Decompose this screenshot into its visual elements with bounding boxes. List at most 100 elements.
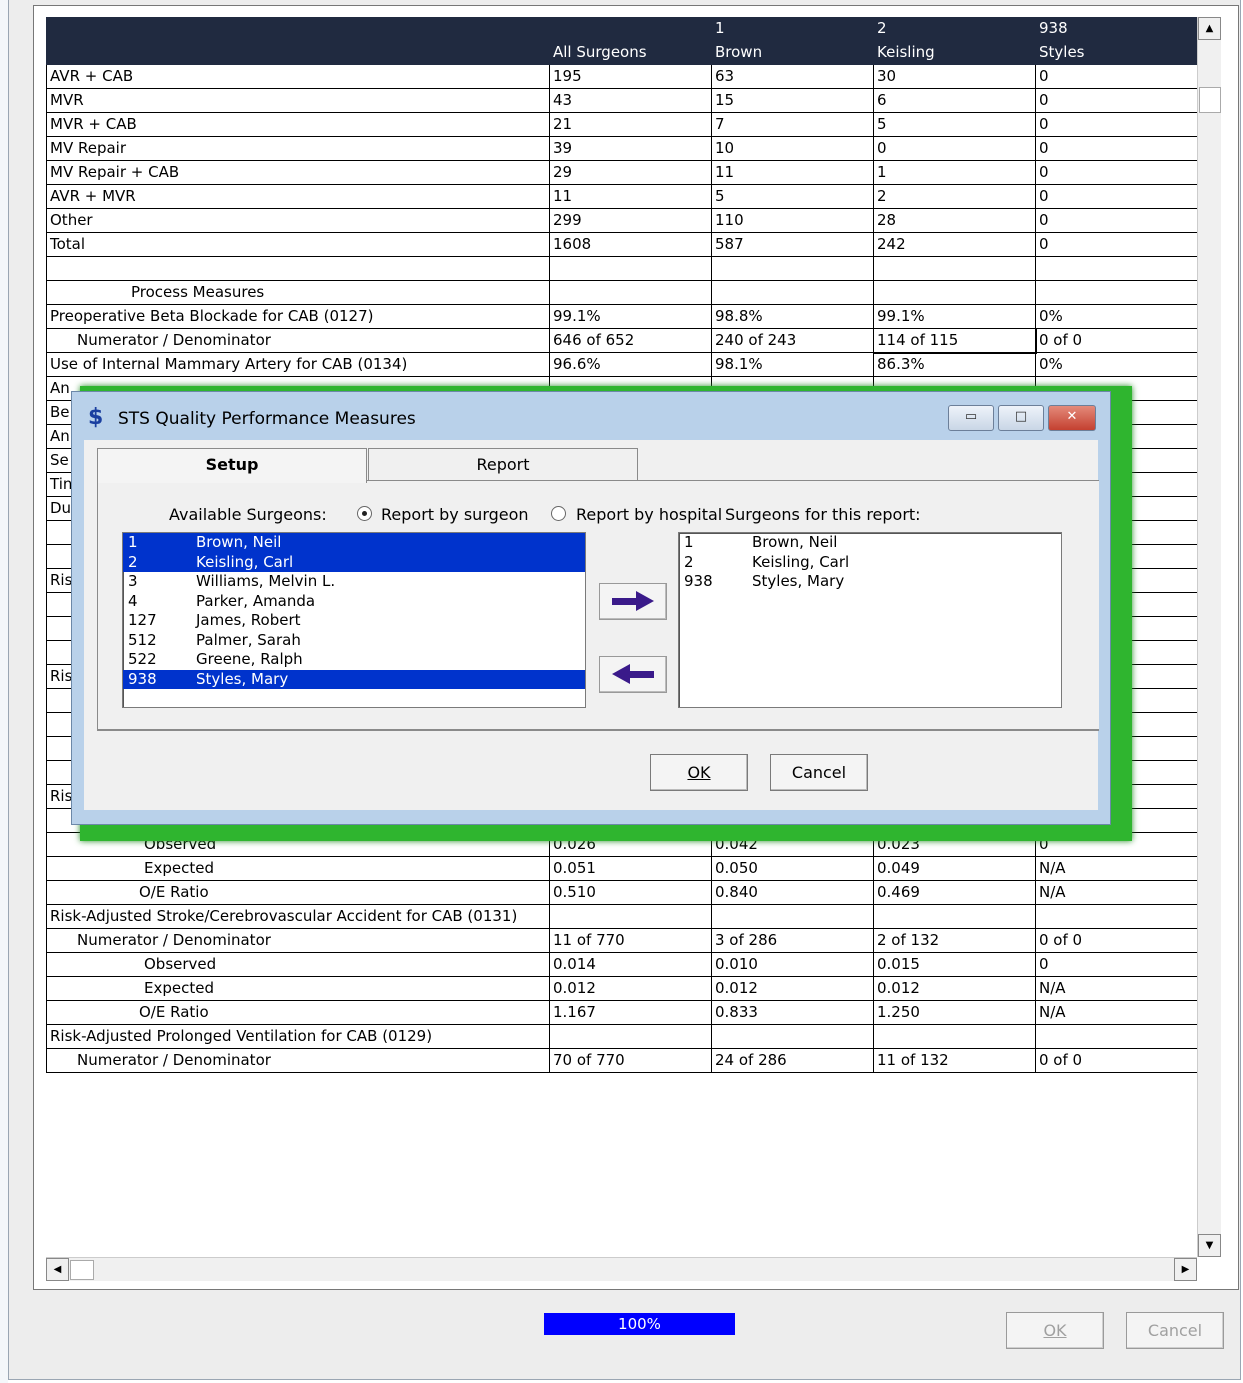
table-cell: 0.051 [549, 856, 712, 881]
table-cell: 11 of 132 [873, 1048, 1036, 1073]
row-label: MV Repair [46, 136, 550, 161]
surgeon-name: Brown, Neil [196, 533, 282, 551]
list-item[interactable]: 938 Styles, Mary [123, 669, 585, 689]
surgeon-name: Brown, Neil [752, 533, 838, 551]
table-cell: 0 [1035, 136, 1197, 161]
table-cell: 7 [711, 112, 874, 137]
table-cell: 96.6% [549, 352, 712, 377]
list-item[interactable]: 3 Williams, Melvin L. [123, 572, 585, 592]
row-label: AVR + CAB [46, 64, 550, 89]
table-cell [711, 280, 874, 305]
surgeon-id: 2 [128, 552, 138, 571]
footer-ok-button[interactable]: OK [1006, 1312, 1104, 1349]
table-cell: 28 [873, 208, 1036, 233]
table-row: Expected 0.012 0.012 0.012 N/A [46, 976, 1197, 1001]
surgeon-name: Styles, Mary [196, 669, 289, 688]
surgeon-id: 127 [128, 611, 157, 629]
column-header: 1 [711, 17, 874, 41]
row-label: Process Measures [46, 280, 550, 305]
column-header: Brown [711, 40, 874, 65]
scroll-right-icon[interactable]: ▶ [1174, 1258, 1197, 1281]
available-surgeons-list[interactable]: 1 Brown, Neil 2 Keisling, Carl 3 Williams, Me… [122, 532, 586, 708]
table-row: O/E Ratio 0.510 0.840 0.469 N/A [46, 880, 1197, 905]
list-item[interactable]: 1 Brown, Neil [679, 533, 1061, 553]
surgeon-name: Styles, Mary [752, 572, 845, 590]
table-cell [1035, 1024, 1197, 1049]
table-cell: 0 [1035, 952, 1197, 977]
vertical-scrollbar[interactable]: ▲ ▼ [1197, 17, 1221, 1257]
dialog-title: STS Quality Performance Measures [118, 409, 416, 429]
radio-report-by-hospital[interactable] [551, 506, 566, 521]
table-cell: 242 [873, 232, 1036, 257]
list-item[interactable]: 2 Keisling, Carl [679, 553, 1061, 573]
row-label [46, 256, 550, 281]
list-item[interactable]: 1 Brown, Neil [123, 533, 585, 553]
column-header [46, 40, 550, 65]
dialog-ok-button[interactable]: OK [650, 754, 748, 791]
table-cell: 10 [711, 136, 874, 161]
row-label: Risk-Adjusted Prolonged Ventilation for … [46, 1024, 550, 1049]
table-cell: 15 [711, 88, 874, 113]
table-cell: 0 [1035, 184, 1197, 209]
close-icon[interactable]: ✕ [1048, 405, 1096, 431]
table-row: Risk-Adjusted Prolonged Ventilation for … [46, 1024, 1197, 1049]
table-cell: 1 [873, 160, 1036, 185]
footer-cancel-button[interactable]: Cancel [1126, 1312, 1224, 1349]
tab-setup[interactable]: Setup [97, 448, 367, 483]
table-cell: 99.1% [873, 304, 1036, 329]
remove-surgeon-button[interactable] [599, 656, 667, 693]
list-item[interactable]: 4 Parker, Amanda [123, 592, 585, 612]
table-cell: 0.833 [711, 1000, 874, 1025]
table-cell [873, 1024, 1036, 1049]
radio-report-by-hospital-label[interactable]: Report by hospital [576, 505, 722, 524]
table-cell: 0 [1035, 88, 1197, 113]
horizontal-scroll-thumb[interactable] [70, 1260, 94, 1280]
table-row: Total 1608 587 242 0 [46, 232, 1197, 257]
table-cell [1035, 256, 1197, 281]
column-header: Keisling [873, 40, 1036, 65]
surgeon-id: 2 [684, 552, 694, 571]
table-row: Numerator / Denominator 11 of 770 3 of 286… [46, 928, 1197, 953]
report-surgeons-list[interactable]: 1 Brown, Neil 2 Keisling, Carl 938 Styles, Ma… [678, 532, 1062, 708]
table-row: MV Repair 39 10 0 0 [46, 136, 1197, 161]
scroll-up-icon[interactable]: ▲ [1198, 17, 1221, 40]
list-item[interactable]: 2 Keisling, Carl [123, 552, 585, 572]
maximize-icon[interactable]: □ [998, 405, 1044, 431]
list-item[interactable]: 938 Styles, Mary [679, 572, 1061, 592]
table-row: MVR + CAB 21 7 5 0 [46, 112, 1197, 137]
table-row: Numerator / Denominator 646 of 652 240 of … [46, 327, 1197, 354]
table-cell: N/A [1035, 880, 1197, 905]
vertical-scroll-thumb[interactable] [1199, 87, 1221, 113]
radio-report-by-surgeon[interactable] [357, 506, 372, 521]
dialog-titlebar[interactable]: $ STS Quality Performance Measures ▭ □ ✕ [72, 392, 1110, 438]
table-cell [549, 1024, 712, 1049]
table-cell: 0 [1035, 160, 1197, 185]
table-cell: 30 [873, 64, 1036, 89]
table-cell: 0.014 [549, 952, 712, 977]
add-surgeon-button[interactable] [599, 583, 667, 620]
table-header-row: All Surgeons Brown Keisling Styles [46, 40, 1197, 65]
table-cell: 1608 [549, 232, 712, 257]
row-label: Total [46, 232, 550, 257]
table-cell: 0.510 [549, 880, 712, 905]
list-item[interactable]: 522 Greene, Ralph [123, 650, 585, 670]
dialog-ok-label: OK [687, 763, 711, 782]
minimize-icon[interactable]: ▭ [948, 405, 994, 431]
list-item[interactable]: 127 James, Robert [123, 611, 585, 631]
table-cell: 0.050 [711, 856, 874, 881]
table-row: Observed 0.014 0.010 0.015 0 [46, 952, 1197, 977]
row-label: O/E Ratio [46, 880, 550, 905]
row-label: Other [46, 208, 550, 233]
scroll-left-icon[interactable]: ◀ [46, 1258, 69, 1281]
tab-report[interactable]: Report [368, 448, 638, 481]
horizontal-scrollbar[interactable]: ◀ ▶ [46, 1257, 1197, 1281]
table-cell: N/A [1035, 856, 1197, 881]
table-cell: 70 of 770 [549, 1048, 712, 1073]
list-item[interactable]: 512 Palmer, Sarah [123, 631, 585, 651]
scroll-down-icon[interactable]: ▼ [1198, 1234, 1221, 1257]
radio-report-by-surgeon-label[interactable]: Report by surgeon [381, 505, 529, 524]
table-cell: 646 of 652 [549, 328, 712, 353]
dialog-body: Setup Report Available Surgeons: Report … [84, 440, 1099, 810]
column-header [549, 17, 712, 41]
dialog-cancel-button[interactable]: Cancel [770, 754, 868, 791]
